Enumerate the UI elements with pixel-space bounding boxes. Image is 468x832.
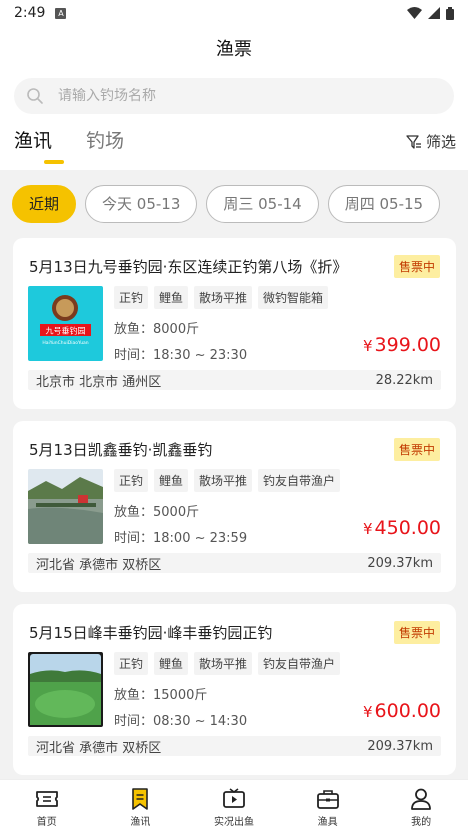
event-card[interactable]: 5月13日九号垂钓园·东区连续正钓第八场《折》 售票中 九号垂钓园 HaiYun… <box>13 238 456 409</box>
nav-yuxun[interactable]: 渔讯 <box>94 780 188 832</box>
status-bar: 2:49 A <box>0 0 468 26</box>
price-value: 399.00 <box>374 334 441 356</box>
date-chip-thu[interactable]: 周四 05-15 <box>327 185 441 223</box>
tag-list: 正钓 鲤鱼 散场平推 钓友自带渔户 <box>114 652 341 675</box>
status-time: 2:49 <box>14 5 46 21</box>
svg-text:HaiYunChuiDiaoYuan: HaiYunChuiDiaoYuan <box>42 340 88 346</box>
nav-me[interactable]: 我的 <box>374 780 468 832</box>
venue-photo-image <box>28 469 103 544</box>
event-title: 5月15日峰丰垂钓园·峰丰垂钓园正钓 <box>29 624 273 642</box>
tag: 钓友自带渔户 <box>258 469 341 492</box>
tag: 鲤鱼 <box>154 286 189 309</box>
fish-release-amount: 放鱼：15000斤 <box>114 688 208 703</box>
nav-label: 渔具 <box>317 817 338 828</box>
tab-bar: 渔讯 钓场 筛选 <box>0 126 468 166</box>
location-text: 河北省 承德市 双桥区 <box>36 557 162 573</box>
user-icon <box>411 788 432 810</box>
distance-text: 209.37km <box>367 738 433 754</box>
page-title: 渔票 <box>216 39 252 60</box>
venue-thumbnail: 九号垂钓园 HaiYunChuiDiaoYuan <box>28 286 103 361</box>
tag-list: 正钓 鲤鱼 散场平推 钓友自带渔户 <box>114 469 341 492</box>
event-time: 时间：08:30 ~ 14:30 <box>114 714 248 729</box>
nav-live[interactable]: 实况出鱼 <box>187 780 281 832</box>
date-chip-row: 近期 今天 05-13 周三 05-14 周四 05-15 <box>12 185 468 223</box>
top-section: 2:49 A 渔票 渔讯 钓场 筛选 <box>0 0 468 170</box>
venue-thumbnail <box>28 469 103 544</box>
event-title: 5月13日凯鑫垂钓·凯鑫垂钓 <box>29 441 213 459</box>
venue-thumbnail <box>28 652 103 727</box>
location-text: 河北省 承德市 双桥区 <box>36 740 162 756</box>
toolbox-icon <box>316 790 339 809</box>
fish-release-amount: 放鱼：8000斤 <box>114 322 200 337</box>
event-time: 时间：18:30 ~ 23:30 <box>114 348 248 363</box>
tv-play-icon <box>223 788 245 808</box>
event-card[interactable]: 5月13日凯鑫垂钓·凯鑫垂钓 售票中 正钓 鲤鱼 散场平推 钓友自带渔户 放鱼：… <box>13 421 456 592</box>
filter-icon <box>406 134 421 149</box>
nav-gear[interactable]: 渔具 <box>281 780 375 832</box>
tab-diaochang[interactable]: 钓场 <box>86 126 124 166</box>
tab-yuxun[interactable]: 渔讯 <box>14 126 65 166</box>
distance-text: 28.22km <box>375 372 433 388</box>
tag: 钓友自带渔户 <box>258 652 341 675</box>
tag: 散场平推 <box>194 469 253 492</box>
fish-release-amount: 放鱼：5000斤 <box>114 505 200 520</box>
filter-button[interactable]: 筛选 <box>406 131 456 152</box>
event-title: 5月13日九号垂钓园·东区连续正钓第八场《折》 <box>29 258 348 276</box>
bottom-nav: 首页 渔讯 实况出鱼 渔具 我的 <box>0 779 468 832</box>
filter-label: 筛选 <box>425 133 456 151</box>
tag: 正钓 <box>114 652 149 675</box>
venue-logo-image: 九号垂钓园 HaiYunChuiDiaoYuan <box>40 295 91 346</box>
date-chip-wed[interactable]: 周三 05-14 <box>206 185 319 223</box>
nav-label: 渔讯 <box>130 817 151 828</box>
tag: 鲤鱼 <box>154 652 189 675</box>
bookmark-icon <box>132 788 149 810</box>
status-badge: 售票中 <box>393 255 440 278</box>
ticket-icon <box>35 791 58 807</box>
location-row: 北京市 北京市 通州区 28.22km <box>28 370 441 390</box>
distance-text: 209.37km <box>367 555 433 571</box>
tag: 鲤鱼 <box>154 469 189 492</box>
currency-symbol: ¥ <box>362 337 373 355</box>
tag: 微钓智能箱 <box>258 286 329 309</box>
location-row: 河北省 承德市 双桥区 209.37km <box>28 736 441 756</box>
status-badge: 售票中 <box>393 621 440 644</box>
tag: 正钓 <box>114 286 149 309</box>
nav-home[interactable]: 首页 <box>0 780 94 832</box>
date-chip-recent[interactable]: 近期 <box>12 185 77 223</box>
event-time: 时间：18:00 ~ 23:59 <box>114 531 248 546</box>
date-chip-today[interactable]: 今天 05-13 <box>85 185 198 223</box>
nav-label: 我的 <box>411 817 432 828</box>
price-value: 450.00 <box>374 517 441 539</box>
location-row: 河北省 承德市 双桥区 209.37km <box>28 553 441 573</box>
price: ¥600.00 <box>363 700 441 722</box>
wifi-icon <box>407 7 422 19</box>
tag: 正钓 <box>114 469 149 492</box>
price: ¥450.00 <box>363 517 441 539</box>
status-app-icon: A <box>55 7 67 19</box>
search-icon <box>27 88 43 104</box>
search-bar[interactable] <box>14 78 454 114</box>
search-input[interactable] <box>58 88 418 104</box>
tag: 散场平推 <box>194 652 253 675</box>
price-value: 600.00 <box>374 700 441 722</box>
location-text: 北京市 北京市 通州区 <box>36 374 162 390</box>
currency-symbol: ¥ <box>362 520 373 538</box>
svg-text:九号垂钓园: 九号垂钓园 <box>46 326 86 336</box>
nav-label: 首页 <box>36 817 57 828</box>
nav-label: 实况出鱼 <box>213 817 254 828</box>
signal-icon <box>428 7 440 19</box>
battery-icon <box>446 6 454 20</box>
event-card[interactable]: 5月15日峰丰垂钓园·峰丰垂钓园正钓 售票中 正钓 鲤鱼 散场平推 钓友自带渔户… <box>13 604 456 775</box>
currency-symbol: ¥ <box>362 703 373 721</box>
status-badge: 售票中 <box>393 438 440 461</box>
tag-list: 正钓 鲤鱼 散场平推 微钓智能箱 <box>114 286 329 309</box>
venue-photo-image <box>28 652 103 727</box>
tag: 散场平推 <box>194 286 253 309</box>
price: ¥399.00 <box>363 334 441 356</box>
